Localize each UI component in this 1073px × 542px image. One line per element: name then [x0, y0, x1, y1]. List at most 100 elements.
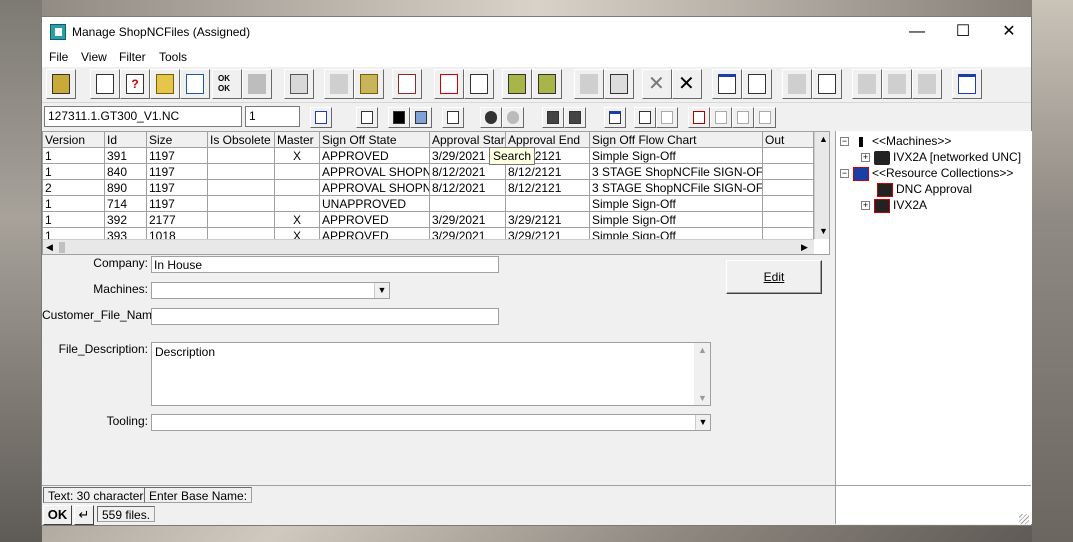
- scroll-left-arrow-icon[interactable]: ◀: [46, 242, 53, 253]
- tree-node-machines[interactable]: − <<Machines>>: [840, 134, 951, 149]
- customer-file-name-field[interactable]: [151, 308, 499, 325]
- cell-master[interactable]: [275, 164, 320, 180]
- cell-sign-off-flow-chart[interactable]: Simple Sign-Off: [590, 212, 763, 228]
- disabled-a-icon[interactable]: [852, 69, 882, 99]
- scroll-thumb[interactable]: [59, 242, 65, 253]
- ok-button[interactable]: OK: [43, 505, 72, 525]
- cell-id[interactable]: 840: [105, 164, 147, 180]
- cell-approval-start[interactable]: 3/29/2021: [430, 212, 506, 228]
- column-header-id[interactable]: Id: [105, 132, 147, 148]
- expand-icon[interactable]: +: [861, 153, 870, 163]
- hierarchy-icon[interactable]: [356, 107, 378, 128]
- cell-size[interactable]: 1197: [147, 196, 208, 212]
- cell-sign-off-state[interactable]: UNAPPROVED: [320, 196, 430, 212]
- maximize-button[interactable]: ☐: [940, 17, 986, 47]
- disabled-b-icon[interactable]: [882, 69, 912, 99]
- cell-sign-off-flow-chart[interactable]: 3 STAGE ShopNCFile SIGN-OFF: [590, 180, 763, 196]
- file-description-field[interactable]: Description ▲ ▼: [151, 342, 711, 406]
- help-document-icon[interactable]: ?: [120, 69, 150, 99]
- column-header-sign-off-state[interactable]: Sign Off State: [320, 132, 430, 148]
- scroll-up-arrow-icon[interactable]: ▲: [698, 345, 707, 355]
- tree-node-resource-ivx2a[interactable]: + IVX2A: [861, 198, 927, 213]
- delete-icon[interactable]: [604, 69, 634, 99]
- send-icon[interactable]: [502, 69, 532, 99]
- cell-approval-start[interactable]: 8/12/2021: [430, 180, 506, 196]
- resource-tree[interactable]: − <<Machines>> + IVX2A [networked UNC] − <<…: [835, 131, 1032, 524]
- transfer-icon[interactable]: [812, 69, 842, 99]
- cell-version[interactable]: 2: [43, 180, 105, 196]
- print-disabled-icon[interactable]: [242, 69, 272, 99]
- company-field[interactable]: In House: [151, 256, 499, 273]
- column-header-size[interactable]: Size: [147, 132, 208, 148]
- cell-is-obsolete[interactable]: [208, 148, 275, 164]
- machines-dropdown[interactable]: ▼: [151, 282, 390, 299]
- cell-out[interactable]: [763, 196, 814, 212]
- open-file-icon[interactable]: [46, 69, 76, 99]
- disabled-c-icon[interactable]: [912, 69, 942, 99]
- expand-icon[interactable]: +: [861, 201, 870, 211]
- resize-grip-icon[interactable]: [1019, 514, 1029, 524]
- cell-version[interactable]: 1: [43, 212, 105, 228]
- minimize-button[interactable]: —: [894, 17, 940, 47]
- doc-disabled-b-icon[interactable]: [732, 107, 754, 128]
- multi-window-icon[interactable]: [634, 107, 656, 128]
- column-header-is-obsolete[interactable]: Is Obsolete: [208, 132, 275, 148]
- cell-id[interactable]: 391: [105, 148, 147, 164]
- menu-view[interactable]: View: [81, 50, 107, 64]
- doc-disabled-a-icon[interactable]: [710, 107, 732, 128]
- move-disabled-icon[interactable]: [574, 69, 604, 99]
- cell-is-obsolete[interactable]: [208, 212, 275, 228]
- cancel-all-icon[interactable]: ✕: [672, 69, 702, 99]
- add-document-icon[interactable]: [434, 69, 464, 99]
- cell-approval-start[interactable]: 8/12/2021: [430, 164, 506, 180]
- cell-master[interactable]: [275, 180, 320, 196]
- cell-size[interactable]: 1197: [147, 164, 208, 180]
- calendar-icon[interactable]: [310, 107, 332, 128]
- cell-is-obsolete[interactable]: [208, 196, 275, 212]
- tree-node-resource-collections[interactable]: − <<Resource Collections>>: [840, 166, 1013, 181]
- cell-approval-end[interactable]: 3/29/2121: [506, 212, 590, 228]
- chevron-down-icon[interactable]: ▼: [695, 415, 710, 430]
- column-header-version[interactable]: Version: [43, 132, 105, 148]
- close-button[interactable]: ✕: [986, 17, 1032, 47]
- import-disabled-icon[interactable]: [324, 69, 354, 99]
- menu-file[interactable]: File: [49, 50, 68, 64]
- cell-sign-off-flow-chart[interactable]: 3 STAGE ShopNCFile SIGN-OFF: [590, 164, 763, 180]
- cell-is-obsolete[interactable]: [208, 180, 275, 196]
- team-icon[interactable]: [480, 107, 502, 128]
- cell-approval-start[interactable]: [430, 196, 506, 212]
- cell-sign-off-state[interactable]: APPROVED: [320, 212, 430, 228]
- doc-disabled-c-icon[interactable]: [754, 107, 776, 128]
- column-header-out[interactable]: Out: [763, 132, 814, 148]
- menu-filter[interactable]: Filter: [119, 50, 146, 64]
- cell-out[interactable]: [763, 212, 814, 228]
- mail-icon[interactable]: [392, 69, 422, 99]
- cell-out[interactable]: [763, 164, 814, 180]
- cell-size[interactable]: 1197: [147, 148, 208, 164]
- team-disabled-icon[interactable]: [502, 107, 524, 128]
- cell-master[interactable]: X: [275, 212, 320, 228]
- cell-out[interactable]: [763, 180, 814, 196]
- cell-sign-off-state[interactable]: APPROVAL SHOPNCF: [320, 164, 430, 180]
- menu-tools[interactable]: Tools: [159, 50, 187, 64]
- tooling-dropdown[interactable]: ▼: [151, 414, 711, 431]
- compare-icon[interactable]: [742, 69, 772, 99]
- view-dark-icon[interactable]: [388, 107, 410, 128]
- column-header-approval-end[interactable]: Approval End: [506, 132, 590, 148]
- cell-master[interactable]: [275, 196, 320, 212]
- column-header-sign-off-flow-chart[interactable]: Sign Off Flow Chart: [590, 132, 763, 148]
- edit-button[interactable]: Edit: [726, 260, 822, 294]
- cell-id[interactable]: 392: [105, 212, 147, 228]
- cell-sign-off-flow-chart[interactable]: Simple Sign-Off: [590, 148, 763, 164]
- column-header-master[interactable]: Master: [275, 132, 320, 148]
- cell-size[interactable]: 1197: [147, 180, 208, 196]
- scroll-down-arrow-icon[interactable]: ▼: [819, 226, 828, 236]
- cell-master[interactable]: X: [275, 148, 320, 164]
- copy-documents-icon[interactable]: [464, 69, 494, 99]
- list-view-icon[interactable]: [952, 69, 982, 99]
- scroll-up-arrow-icon[interactable]: ▲: [819, 134, 828, 144]
- return-arrow-icon[interactable]: ↵: [74, 505, 94, 525]
- transfer-disabled-icon[interactable]: [782, 69, 812, 99]
- cell-version[interactable]: 1: [43, 164, 105, 180]
- tree-node-dnc-approval[interactable]: DNC Approval: [877, 182, 972, 197]
